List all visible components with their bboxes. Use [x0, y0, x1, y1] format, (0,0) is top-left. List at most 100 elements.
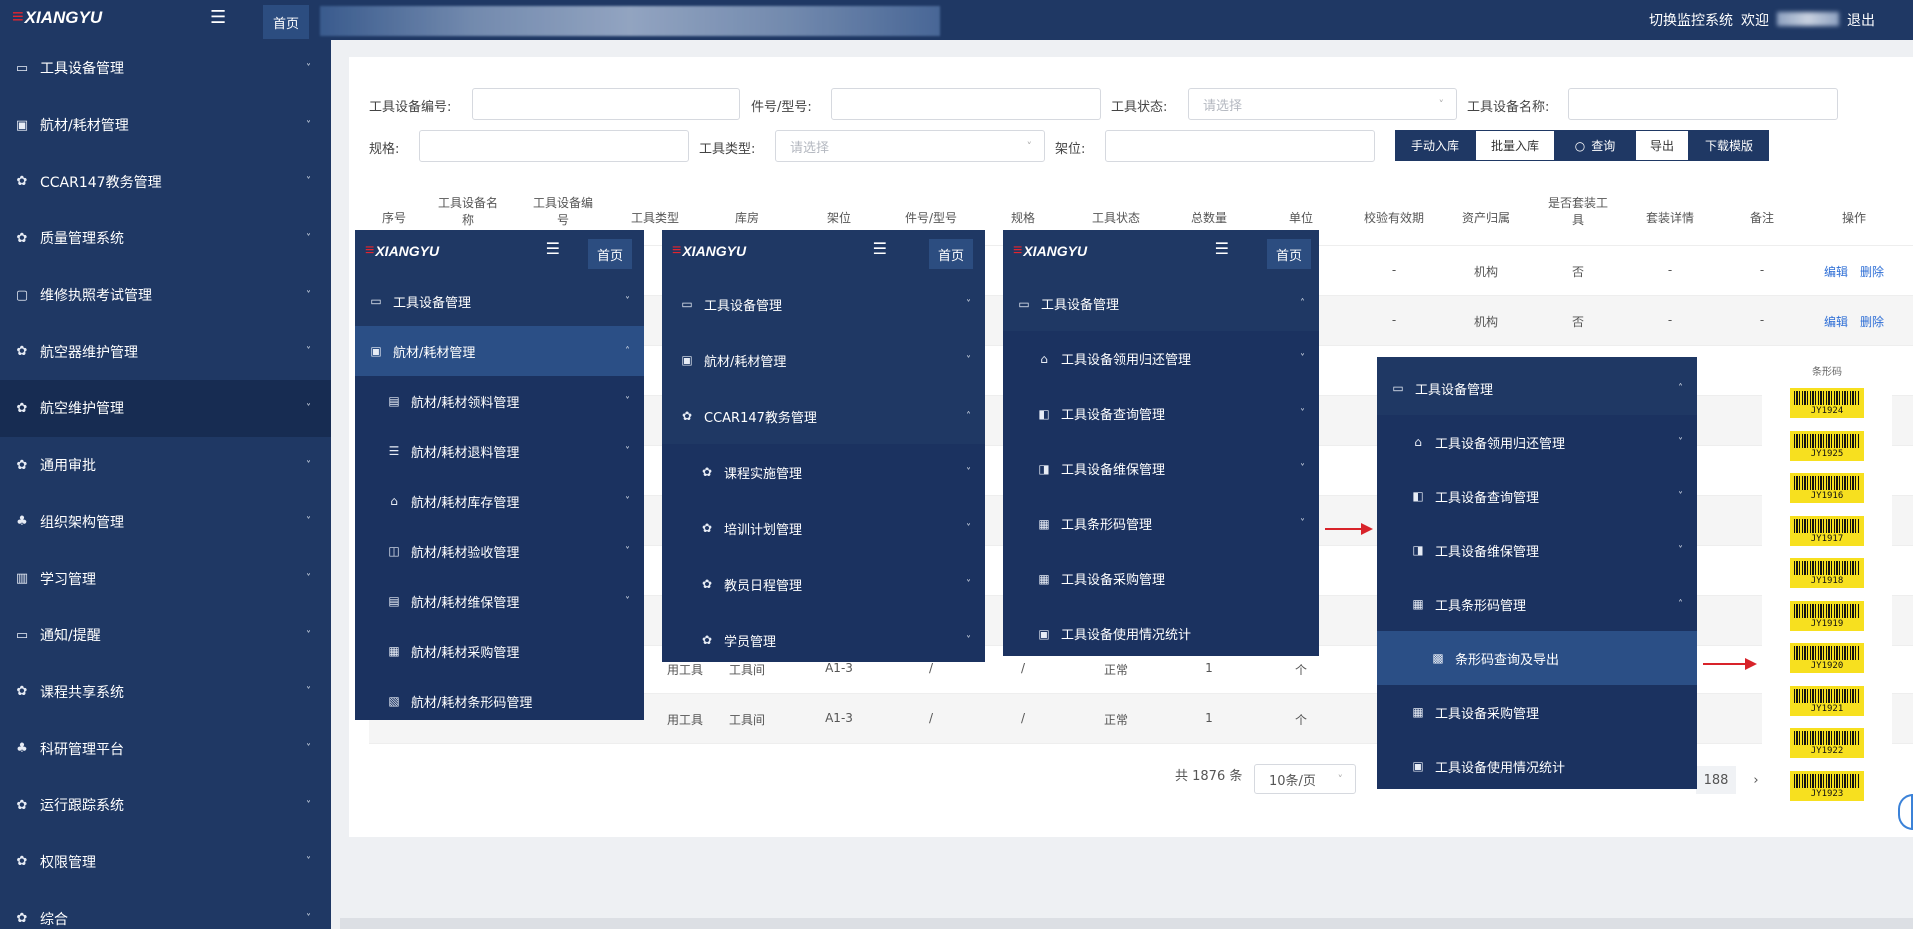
part-input[interactable]	[831, 88, 1101, 120]
menu-item[interactable]: ⌂ 工具设备领用归还管理 ˅	[1003, 331, 1319, 386]
menu-item-label: 工具设备采购管理	[1061, 573, 1166, 588]
blurred-username	[1777, 12, 1839, 26]
menu-toggle-icon[interactable]: ☰	[210, 7, 226, 28]
sidebar-item[interactable]: ✿ 课程共享系统 ˅	[0, 664, 331, 721]
query-button[interactable]: ○ 查询	[1555, 130, 1635, 161]
code-label: 工具设备编号:	[369, 100, 452, 115]
chevron-down-icon: ˅	[306, 119, 311, 131]
name-input[interactable]	[1568, 88, 1838, 120]
menu-item[interactable]: ◧ 工具设备查询管理 ˅	[1003, 386, 1319, 441]
menu-item[interactable]: ▦ 工具条形码管理 ˄	[1377, 577, 1697, 631]
menu-item[interactable]: ▭ 工具设备管理 ˅	[662, 276, 985, 332]
horizontal-scrollbar[interactable]	[340, 918, 1913, 929]
sidebar-item[interactable]: ✿ 通用审批 ˅	[0, 437, 331, 494]
menu-item-label: CCAR147教务管理	[704, 410, 817, 426]
batch-in-button[interactable]: 批量入库	[1475, 130, 1555, 161]
menu-item[interactable]: ⌂ 航材/耗材库存管理 ˅	[355, 476, 644, 526]
menu-item[interactable]: ▣ 航材/耗材管理 ˄	[355, 326, 644, 376]
chevron-down-icon: ˅	[625, 395, 630, 407]
menu-item[interactable]: ▤ 航材/耗材领料管理 ˅	[355, 376, 644, 426]
menu-item[interactable]: ▦ 工具设备采购管理	[1377, 685, 1697, 739]
toolbox-icon: ▭	[15, 60, 29, 76]
menu-toggle-icon[interactable]: ☰	[546, 239, 560, 258]
barcode-value: JY1918	[1810, 576, 1844, 586]
delete-link[interactable]: 删除	[1860, 313, 1884, 330]
menu-item[interactable]: ▩ 条形码查询及导出	[1377, 631, 1697, 685]
spec-input[interactable]	[419, 130, 689, 162]
menu-item[interactable]: ◧ 工具设备查询管理 ˅	[1377, 469, 1697, 523]
code-input[interactable]	[472, 88, 740, 120]
menu-item[interactable]: ▭ 工具设备管理 ˄	[1377, 361, 1697, 415]
menu-item[interactable]: ▦ 工具条形码管理 ˅	[1003, 496, 1319, 551]
logout-link[interactable]: 退出	[1847, 10, 1875, 30]
sidebar-item[interactable]: ♣ 组织架构管理 ˅	[0, 494, 331, 551]
menu-item[interactable]: ▣ 航材/耗材管理 ˅	[662, 332, 985, 388]
sidebar-item[interactable]: ✿ 权限管理 ˅	[0, 834, 331, 891]
sidebar-item[interactable]: ✿ 质量管理系统 ˅	[0, 210, 331, 267]
type-select[interactable]: 请选择 ˅	[775, 130, 1045, 162]
menu-item[interactable]: ▧ 航材/耗材条形码管理	[355, 676, 644, 720]
export-button[interactable]: 导出	[1635, 130, 1689, 161]
sidebar-item[interactable]: ✿ 航空维护管理 ˅	[0, 380, 331, 437]
sidebar-item[interactable]: ✿ 航空器维护管理 ˅	[0, 323, 331, 380]
chevron-up-icon: ˄	[1300, 298, 1305, 309]
menu-item[interactable]: ✿ 课程实施管理 ˅	[662, 444, 985, 500]
qr-grid-icon: ▦	[1038, 516, 1050, 531]
menu-item[interactable]: ▦ 航材/耗材采购管理	[355, 626, 644, 676]
chevron-down-icon: ˅	[306, 743, 311, 755]
shelf-input[interactable]	[1105, 130, 1375, 162]
chevron-down-icon: ˅	[306, 856, 311, 868]
tab-home[interactable]: 首页	[929, 239, 973, 269]
menu-toggle-icon[interactable]: ☰	[1215, 239, 1229, 258]
cell-spec: /	[1020, 661, 1026, 675]
menu-item[interactable]: ▣ 工具设备使用情况统计	[1377, 739, 1697, 789]
sidebar-item[interactable]: ▭ 通知/提醒 ˅	[0, 607, 331, 664]
gear-icon: ✿	[16, 174, 28, 190]
sidebar-item[interactable]: ▢ 维修执照考试管理 ˅	[0, 267, 331, 324]
menu-item-label: 工具条形码管理	[1435, 598, 1527, 614]
menu-item[interactable]: ▦ 工具设备采购管理	[1003, 551, 1319, 606]
menu-toggle-icon[interactable]: ☰	[873, 239, 887, 258]
column-header: 件号/型号	[904, 211, 958, 225]
edit-link[interactable]: 编辑	[1824, 263, 1848, 280]
menu-item[interactable]: ✿ CCAR147教务管理 ˄	[662, 388, 985, 444]
menu-item[interactable]: ▣ 工具设备使用情况统计	[1003, 606, 1319, 656]
switch-monitor-link[interactable]: 切换监控系统	[1649, 10, 1733, 30]
sidebar-item[interactable]: ♣ 科研管理平台 ˅	[0, 720, 331, 777]
manual-in-button[interactable]: 手动入库	[1395, 130, 1475, 161]
sidebar-item[interactable]: ✿ 综合 ˅	[0, 890, 331, 929]
status-select[interactable]: 请选择 ˅	[1188, 88, 1457, 120]
tab-home[interactable]: 首页	[263, 5, 309, 39]
menu-item[interactable]: ▤ 航材/耗材维保管理 ˅	[355, 576, 644, 626]
tab-home[interactable]: 首页	[588, 239, 632, 269]
menu-item[interactable]: ⌂ 工具设备领用归还管理 ˅	[1377, 415, 1697, 469]
sidebar-item[interactable]: ▥ 学习管理 ˅	[0, 550, 331, 607]
gear-icon: ✿	[16, 400, 28, 416]
menu-item[interactable]: ◨ 工具设备维保管理 ˅	[1003, 441, 1319, 496]
chevron-down-icon: ˅	[966, 298, 971, 310]
menu-item[interactable]: ◨ 工具设备维保管理 ˅	[1377, 523, 1697, 577]
pager-last-page[interactable]: 188	[1696, 766, 1736, 794]
menu-item-label: 工具设备采购管理	[1435, 706, 1540, 722]
chevron-down-icon: ˅	[625, 545, 630, 557]
barcode-edit-icon: ▧	[388, 694, 400, 708]
sidebar-item[interactable]: ✿ CCAR147教务管理 ˅	[0, 153, 331, 210]
menu-item[interactable]: ▭ 工具设备管理 ˄	[1003, 276, 1319, 331]
menu-item-label: 航材/耗材采购管理	[411, 645, 520, 661]
menu-item[interactable]: ✿ 学员管理 ˅	[662, 612, 985, 662]
sidebar-item[interactable]: ▣ 航材/耗材管理 ˅	[0, 97, 331, 154]
sidebar: ▭ 工具设备管理 ˅ ▣ 航材/耗材管理 ˅ ✿ CCAR147教务管理 ˅ ✿ 质量管理系统 ˅ ▢ 维…	[0, 40, 331, 929]
sidebar-item[interactable]: ▭ 工具设备管理 ˅	[0, 40, 331, 97]
menu-item[interactable]: ☰ 航材/耗材退料管理 ˅	[355, 426, 644, 476]
menu-item[interactable]: ✿ 培训计划管理 ˅	[662, 500, 985, 556]
tab-home[interactable]: 首页	[1267, 239, 1311, 269]
menu-item[interactable]: ✿ 教员日程管理 ˅	[662, 556, 985, 612]
edit-link[interactable]: 编辑	[1824, 313, 1848, 330]
delete-link[interactable]: 删除	[1860, 263, 1884, 280]
menu-item[interactable]: ◫ 航材/耗材验收管理 ˅	[355, 526, 644, 576]
chevron-down-icon: ˅	[306, 913, 311, 925]
menu-item[interactable]: ▭ 工具设备管理 ˅	[355, 276, 644, 326]
download-template-button[interactable]: 下载模版	[1689, 130, 1769, 161]
page-size-select[interactable]: 10条/页 ˅	[1254, 764, 1356, 794]
sidebar-item[interactable]: ✿ 运行跟踪系统 ˅	[0, 777, 331, 834]
